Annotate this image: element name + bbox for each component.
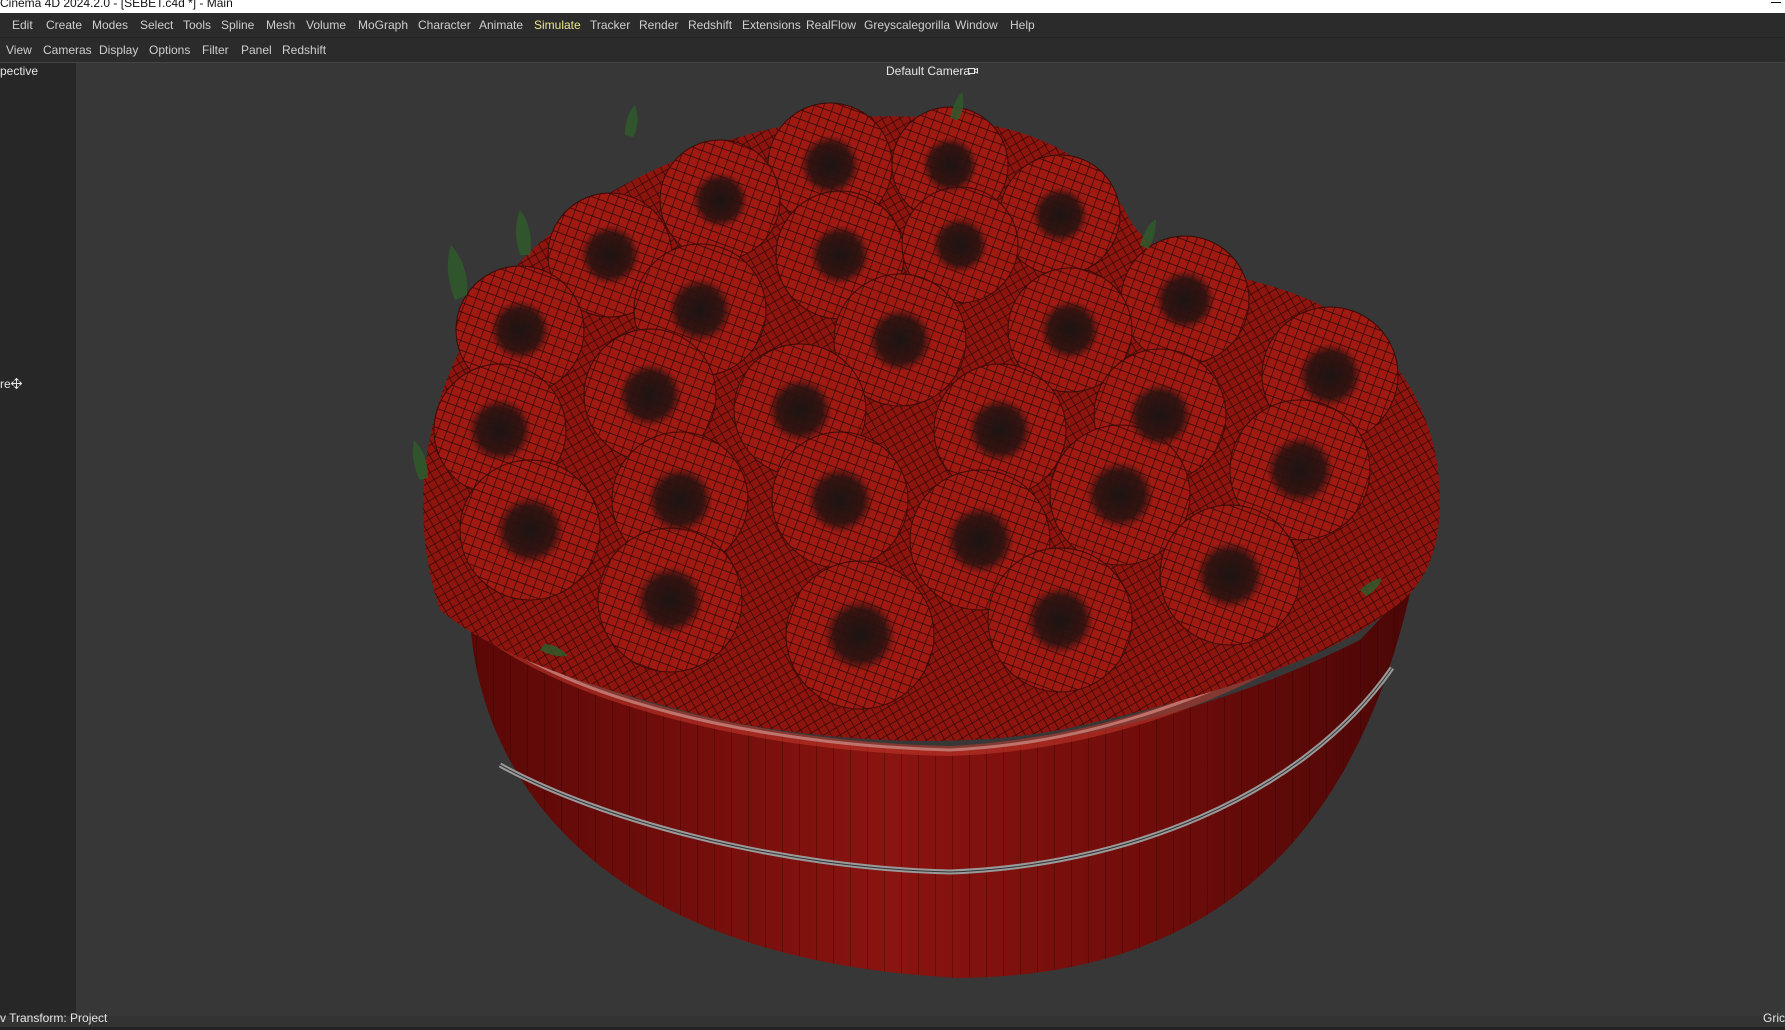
menu-edit[interactable]: Edit: [12, 18, 33, 32]
menu-spline[interactable]: Spline: [221, 18, 254, 32]
menu-volume[interactable]: Volume: [306, 18, 346, 32]
viewmenu-view[interactable]: View: [6, 43, 32, 57]
viewmenu-display[interactable]: Display: [99, 43, 138, 57]
viewmenu-filter[interactable]: Filter: [202, 43, 229, 57]
perspective-viewport[interactable]: [0, 63, 1785, 1016]
rose-heart-box-model[interactable]: [0, 63, 1785, 1016]
minimize-icon[interactable]: [1771, 0, 1781, 3]
menu-tracker[interactable]: Tracker: [590, 18, 630, 32]
menu-help[interactable]: Help: [1010, 18, 1035, 32]
menu-extensions[interactable]: Extensions: [742, 18, 801, 32]
viewmenu-redshift[interactable]: Redshift: [282, 43, 326, 57]
viewmenu-panel[interactable]: Panel: [241, 43, 272, 57]
menu-select[interactable]: Select: [140, 18, 173, 32]
view-transform-status: v Transform: Project: [0, 1011, 108, 1025]
menu-mesh[interactable]: Mesh: [266, 18, 295, 32]
move-icon[interactable]: [11, 378, 22, 389]
viewport-left-strip: [0, 63, 76, 1016]
menu-mograph[interactable]: MoGraph: [358, 18, 408, 32]
menu-character[interactable]: Character: [418, 18, 471, 32]
menu-greyscalegorilla[interactable]: Greyscalegorilla: [864, 18, 950, 32]
menu-animate[interactable]: Animate: [479, 18, 523, 32]
menu-window[interactable]: Window: [955, 18, 998, 32]
window-titlebar: Cinema 4D 2024.2.0 - [SEBET.c4d *] - Mai…: [0, 0, 1785, 13]
menu-create[interactable]: Create: [46, 18, 82, 32]
window-title: Cinema 4D 2024.2.0 - [SEBET.c4d *] - Mai…: [0, 0, 233, 10]
viewmenu-options[interactable]: Options: [149, 43, 190, 57]
main-menubar: Edit Create Modes Select Tools Spline Me…: [0, 13, 1785, 38]
menu-realflow[interactable]: RealFlow: [806, 18, 856, 32]
viewport-menubar: View Cameras Display Options Filter Pane…: [0, 38, 1785, 63]
menu-modes[interactable]: Modes: [92, 18, 128, 32]
menu-tools[interactable]: Tools: [183, 18, 211, 32]
viewport-name-label[interactable]: pective: [0, 64, 38, 78]
menu-render[interactable]: Render: [639, 18, 678, 32]
camera-icon[interactable]: [968, 66, 978, 75]
grid-status: Gric: [1763, 1011, 1785, 1025]
viewmenu-cameras[interactable]: Cameras: [43, 43, 92, 57]
menu-redshift[interactable]: Redshift: [688, 18, 732, 32]
menu-simulate[interactable]: Simulate: [534, 18, 581, 32]
viewport-side-label: re: [0, 377, 11, 391]
camera-label[interactable]: Default Camera: [886, 64, 970, 78]
